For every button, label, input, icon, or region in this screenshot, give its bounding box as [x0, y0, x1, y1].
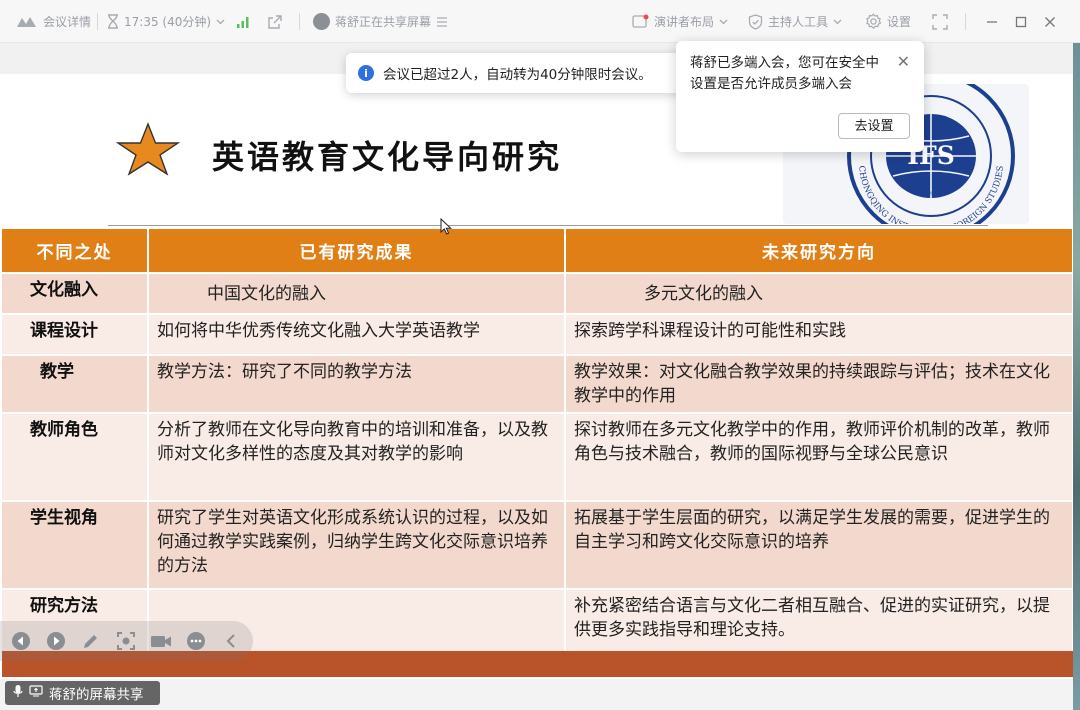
menu-lines-icon [436, 16, 448, 27]
chevron-down-icon [719, 19, 728, 25]
future-research-cell: 补充紧密结合语言与文化二者相互融合、促进的实证研究，以提供更多实践指导和理论支持… [565, 588, 1073, 651]
time-limit-notice: i 会议已超过2人，自动转为40分钟限时会议。 [346, 53, 686, 93]
meeting-time-label: 17:35 (40分钟) [124, 15, 212, 29]
row-label: 课程设计 [2, 313, 149, 355]
close-icon[interactable] [1044, 0, 1056, 43]
table-row: 学生视角 研究了学生对英语文化形成系统认识的过程，以及如何通过教学实践案例，归纳… [2, 500, 1073, 589]
meeting-logo-icon [16, 15, 38, 29]
existing-research-cell: 中国文化的融入 [148, 272, 566, 314]
annotation-control-bar [0, 621, 253, 661]
table-row: 教师角色 分析了教师在文化导向教育中的培训和准备，以及教师对文化多样性的态度及其… [2, 412, 1073, 501]
share-out-icon[interactable] [267, 0, 283, 43]
window-bottom-bar [0, 679, 1073, 710]
existing-research-cell: 分析了教师在文化导向教育中的培训和准备，以及教师对文化多样性的态度及其对教学的影… [148, 412, 566, 501]
future-research-cell: 拓展基于学生层面的研究，以满足学生发展的需要，促进学生的自主学习和跨文化交际意识… [565, 500, 1073, 589]
previous-icon[interactable] [10, 630, 32, 652]
maximize-icon[interactable] [1015, 0, 1027, 43]
layout-icon [632, 14, 649, 29]
future-research-cell: 教学效果：对文化融合教学效果的持续跟踪与评估；技术在文化教学中的作用 [565, 354, 1073, 413]
screen-share-label: 蒋舒的屏幕共享 [5, 681, 160, 705]
microphone-icon [13, 684, 23, 702]
meeting-details-button[interactable]: 会议详情 [16, 0, 91, 43]
existing-research-cell: 如何将中华优秀传统文化融入大学英语教学 [148, 313, 566, 355]
slide-title: 英语教育文化导向研究 [212, 138, 563, 176]
presenter-avatar [313, 13, 330, 30]
more-icon[interactable] [185, 630, 207, 652]
comparison-table: 不同之处 已有研究成果 未来研究方向 文化融入 中国文化的融入 多元文化的融入 … [2, 229, 1073, 651]
chevron-down-icon [216, 19, 225, 25]
settings-button[interactable]: 设置 [865, 0, 911, 43]
settings-label: 设置 [887, 15, 912, 29]
table-header-cell: 已有研究成果 [148, 229, 566, 273]
existing-research-cell: 教学方法：研究了不同的教学方法 [148, 354, 566, 413]
sharing-status-label: 蒋舒正在共享屏幕 [335, 15, 432, 29]
row-label: 教师角色 [2, 412, 149, 501]
star-icon [115, 122, 181, 180]
go-settings-button[interactable]: 去设置 [838, 113, 910, 139]
layout-button[interactable]: 演讲者布局 [632, 0, 728, 43]
hourglass-icon [107, 14, 119, 29]
meeting-details-label: 会议详情 [43, 15, 92, 29]
existing-research-cell: 研究了学生对英语文化形成系统认识的过程，以及如何通过教学实践案例，归纳学生跨文化… [148, 500, 566, 589]
host-tools-button[interactable]: 主持人工具 [748, 0, 842, 43]
chevron-down-icon [833, 19, 842, 25]
table-row: 课程设计 如何将中华优秀传统文化融入大学英语教学 探索跨学科课程设计的可能性和实… [2, 313, 1073, 355]
video-camera-icon[interactable] [150, 630, 172, 652]
future-research-cell: 探索跨学科课程设计的可能性和实践 [565, 313, 1073, 355]
shield-icon [748, 13, 763, 30]
collapse-chevron-icon[interactable] [220, 630, 242, 652]
row-label: 教学 [2, 354, 149, 413]
desktop-edge [1073, 43, 1080, 710]
info-icon: i [358, 65, 374, 81]
title-rule [108, 225, 988, 226]
meeting-toolbar: 会议详情 17:35 (40分钟) 蒋舒正在共享屏幕 演讲者布局 主持人工具 设… [0, 0, 1080, 43]
screenshot-icon[interactable] [115, 630, 137, 652]
sharing-status[interactable]: 蒋舒正在共享屏幕 [313, 0, 448, 43]
minimize-icon[interactable] [986, 0, 998, 43]
mouse-cursor-icon [440, 217, 452, 239]
table-row: 教学 教学方法：研究了不同的教学方法 教学效果：对文化融合教学效果的持续跟踪与评… [2, 354, 1073, 413]
row-label: 学生视角 [2, 500, 149, 589]
future-research-cell: 探讨教师在多元文化教学中的作用，教师评价机制的改革，教师角色与技术融合，教师的国… [565, 412, 1073, 501]
multi-device-popover: 蒋舒已多端入会，您可在安全中设置是否允许成员多端入会 ✕ 去设置 [676, 41, 924, 152]
shared-slide: 英语教育文化导向研究 IFS 2001 CHONGQING INSTITUTE … [2, 74, 1073, 679]
table-row: 文化融入 中国文化的融入 多元文化的融入 [2, 272, 1073, 314]
meeting-timer[interactable]: 17:35 (40分钟) [107, 0, 225, 43]
signal-strength-icon[interactable] [236, 0, 250, 43]
fullscreen-icon[interactable] [932, 0, 948, 43]
screen-share-icon [29, 685, 43, 701]
table-header-cell: 不同之处 [2, 229, 149, 273]
future-research-cell: 多元文化的融入 [565, 272, 1073, 314]
notice-text: 会议已超过2人，自动转为40分钟限时会议。 [383, 67, 652, 83]
next-icon[interactable] [45, 630, 67, 652]
pen-icon[interactable] [80, 630, 102, 652]
screen-share-owner: 蒋舒的屏幕共享 [49, 687, 144, 703]
popover-text: 蒋舒已多端入会，您可在安全中设置是否允许成员多端入会 [690, 55, 879, 92]
table-header-row: 不同之处 已有研究成果 未来研究方向 [2, 229, 1073, 273]
layout-label: 演讲者布局 [654, 15, 715, 29]
host-tools-label: 主持人工具 [768, 15, 829, 29]
close-icon[interactable]: ✕ [897, 51, 910, 72]
row-label: 文化融入 [2, 272, 149, 314]
table-header-cell: 未来研究方向 [565, 229, 1073, 273]
gear-icon [865, 13, 882, 30]
logo-year: 2001 [921, 189, 941, 198]
